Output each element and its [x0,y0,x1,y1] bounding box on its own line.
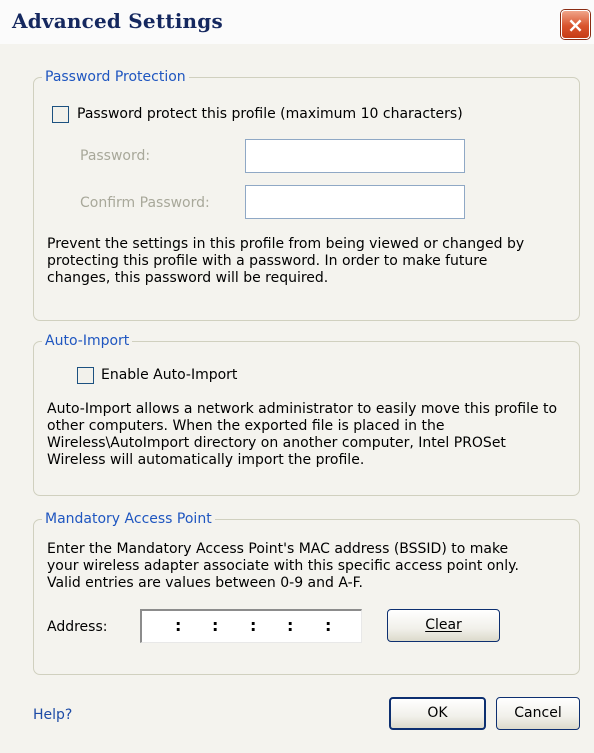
auto-import-description-line: Wireless will automatically import the p… [47,452,365,468]
dialog-title: Advanced Settings [12,9,223,33]
mandatory-access-point-legend: Mandatory Access Point [42,509,215,529]
password-description-line: protecting this profile with a password.… [47,253,488,269]
advanced-settings-dialog: Advanced Settings × Password Protection … [0,0,594,753]
map-description: Enter the Mandatory Access Point's MAC a… [47,541,519,592]
title-bar[interactable]: Advanced Settings × [0,0,594,45]
mac-address-input[interactable]: : : : : : [140,609,362,643]
dialog-body: Password Protection Password protect thi… [0,44,594,753]
auto-import-description-line: Wireless\AutoImport directory on another… [47,435,506,451]
close-button[interactable]: × [561,10,590,39]
auto-import-description-line: other computers. When the exported file … [47,418,445,434]
password-protect-checkbox[interactable] [52,106,69,123]
mac-separator: : [287,616,294,635]
close-icon: × [567,13,584,37]
mac-separator: : [212,616,219,635]
map-description-line: your wireless adapter associate with thi… [47,558,519,574]
enable-auto-import-checkbox[interactable] [77,367,94,384]
password-description: Prevent the settings in this profile fro… [47,236,524,287]
mac-separator: : [250,616,257,635]
confirm-password-input[interactable] [245,185,465,219]
password-protect-label[interactable]: Password protect this profile (maximum 1… [77,105,463,123]
cancel-button[interactable]: Cancel [496,697,580,730]
address-label: Address: [47,619,108,635]
map-description-line: Valid entries are values between 0-9 and… [47,575,363,591]
enable-auto-import-label[interactable]: Enable Auto-Import [101,366,237,384]
confirm-password-label: Confirm Password: [80,195,210,211]
clear-button-label: Clear [425,617,462,633]
ok-button-label: OK [427,705,448,721]
ok-button[interactable]: OK [389,697,486,730]
password-label: Password: [80,148,151,164]
password-input[interactable] [245,139,465,173]
cancel-button-label: Cancel [514,705,562,721]
clear-button[interactable]: Clear [387,609,500,642]
password-protection-legend: Password Protection [42,67,189,87]
map-description-line: Enter the Mandatory Access Point's MAC a… [47,541,509,557]
mac-separator: : [325,616,332,635]
mac-separator: : [175,616,182,635]
password-description-line: Prevent the settings in this profile fro… [47,236,525,252]
auto-import-description: Auto-Import allows a network administrat… [47,401,557,469]
auto-import-description-line: Auto-Import allows a network administrat… [47,401,558,417]
password-description-line: changes, this password will be required. [47,270,329,286]
auto-import-legend: Auto-Import [42,331,133,351]
help-link[interactable]: Help? [33,706,72,724]
